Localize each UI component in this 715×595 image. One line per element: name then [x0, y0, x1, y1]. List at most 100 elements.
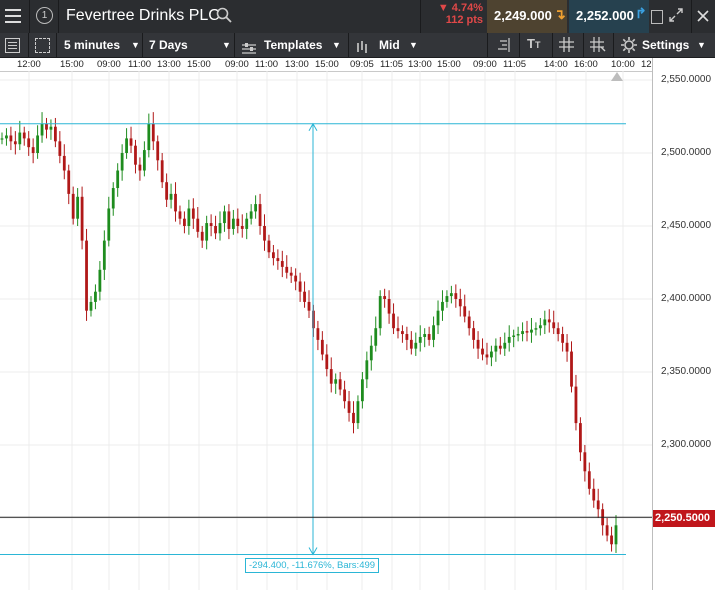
- candle-body: [134, 145, 137, 165]
- buy-arrow-icon: ↱: [635, 5, 647, 21]
- candle-body: [267, 240, 271, 253]
- info-icon[interactable]: 1: [36, 7, 53, 24]
- candle-body: [485, 354, 489, 358]
- candle-body: [67, 170, 71, 194]
- change-points: 112 pts: [445, 14, 483, 26]
- candle-body: [445, 296, 449, 302]
- candle-body: [512, 335, 516, 337]
- change-percent: ▼ 4.74%: [437, 2, 483, 14]
- candle-body: [303, 291, 306, 302]
- close-icon[interactable]: [697, 9, 709, 22]
- sell-button[interactable]: 2,249.000 ↴: [487, 0, 567, 33]
- candle-body: [490, 351, 493, 358]
- chevron-down-icon: ▼: [697, 40, 706, 50]
- measure-text: -294.400, -11.676%, Bars:499: [249, 560, 376, 571]
- candle-body: [552, 322, 556, 329]
- candle-body: [538, 325, 542, 329]
- chevron-down-icon: ▼: [409, 40, 418, 50]
- settings-button[interactable]: Settings ▼: [613, 33, 715, 57]
- price-label: 2,300.0000: [661, 439, 712, 450]
- current-price-tag: 2,250.5000: [653, 510, 715, 527]
- text-size-icon[interactable]: TT: [527, 36, 540, 51]
- candle-body: [245, 218, 249, 229]
- grid-icon[interactable]: [559, 37, 574, 52]
- candle-body: [107, 208, 111, 241]
- scroll-marker-icon[interactable]: [611, 72, 623, 81]
- price-mode-dropdown[interactable]: Mid ▼: [348, 33, 428, 57]
- candle-body: [45, 123, 48, 130]
- candle-body: [396, 328, 400, 332]
- price-label: 2,550.0000: [661, 74, 712, 85]
- candle-body: [436, 310, 440, 326]
- templates-label: Templates: [264, 38, 323, 52]
- candle-body: [521, 331, 524, 335]
- sell-arrow-icon: ↴: [554, 6, 566, 22]
- time-label: 10:00: [611, 59, 635, 70]
- candle-body: [494, 345, 498, 352]
- list-icon[interactable]: [5, 38, 20, 53]
- candle-body: [614, 525, 618, 545]
- candle-body: [231, 218, 235, 229]
- candle-body: [138, 164, 142, 171]
- search-icon[interactable]: [216, 7, 232, 23]
- candle-body: [22, 132, 26, 139]
- range-dropdown[interactable]: 7 Days ▼: [142, 33, 234, 57]
- candle-body: [0, 138, 4, 140]
- time-axis: 12:00 15:00 09:00 11:00 13:00 15:00 09:0…: [0, 58, 652, 72]
- candle-body: [596, 500, 600, 510]
- candle-body: [409, 339, 413, 349]
- candle-body: [467, 316, 471, 329]
- time-label: 15:00: [187, 59, 211, 70]
- time-label: 11:05: [380, 59, 404, 70]
- time-label: 12:00: [17, 59, 41, 70]
- candle-body: [481, 348, 484, 355]
- candle-body: [343, 389, 346, 402]
- candle-body: [169, 193, 173, 200]
- time-label: 15:00: [437, 59, 461, 70]
- window-icon[interactable]: [651, 10, 663, 24]
- candle-body: [272, 252, 275, 259]
- candle-body: [338, 379, 342, 390]
- candle-body: [263, 226, 266, 241]
- sell-price: 2,249.000: [494, 8, 552, 23]
- candle-body: [449, 293, 453, 297]
- candle-body: [89, 301, 93, 311]
- time-label: 16:00: [574, 59, 598, 70]
- candle-body: [214, 226, 217, 234]
- candles: [0, 112, 618, 554]
- candle-body: [503, 342, 507, 349]
- candle-body: [94, 291, 97, 302]
- candle-body: [525, 331, 529, 333]
- candle-body: [236, 218, 240, 226]
- chart-plot[interactable]: [0, 71, 652, 590]
- candle-body: [218, 223, 222, 234]
- align-right-icon[interactable]: [497, 38, 511, 52]
- instrument-header: 1 Fevertree Drinks PLC ▼ 4.74% 112 pts 2…: [0, 0, 715, 34]
- candle-body: [325, 354, 329, 370]
- crosshair-grid-icon[interactable]: [590, 37, 606, 52]
- layout-icon[interactable]: [35, 38, 50, 53]
- interval-dropdown[interactable]: 5 minutes ▼: [56, 33, 142, 57]
- buy-button[interactable]: 2,252.000 ↱: [569, 0, 649, 33]
- candle-body: [5, 135, 8, 139]
- price-label: 2,450.0000: [661, 220, 712, 231]
- candle-body: [58, 141, 62, 156]
- candle-body: [178, 211, 182, 219]
- expand-icon[interactable]: [669, 8, 683, 22]
- candle-body: [18, 132, 22, 145]
- menu-icon[interactable]: [5, 9, 21, 23]
- measure-label: -294.400, -11.676%, Bars:499: [245, 558, 380, 573]
- chart-toolbar: 5 minutes ▼ 7 Days ▼ Templates ▼ Mid ▼ T…: [0, 33, 715, 58]
- candle-body: [125, 138, 128, 153]
- candle-body: [441, 301, 444, 311]
- candle-body: [13, 141, 17, 145]
- templates-dropdown[interactable]: Templates ▼: [234, 33, 348, 57]
- candle-body: [401, 331, 404, 335]
- price-change: ▼ 4.74% 112 pts: [425, 2, 483, 26]
- candle-body: [76, 196, 80, 219]
- price-chart[interactable]: -294.400, -11.676%, Bars:499: [0, 71, 652, 590]
- candle-body: [129, 138, 133, 146]
- candle-body: [383, 296, 387, 299]
- measure-overlay: [0, 122, 652, 556]
- candle-body: [53, 126, 57, 142]
